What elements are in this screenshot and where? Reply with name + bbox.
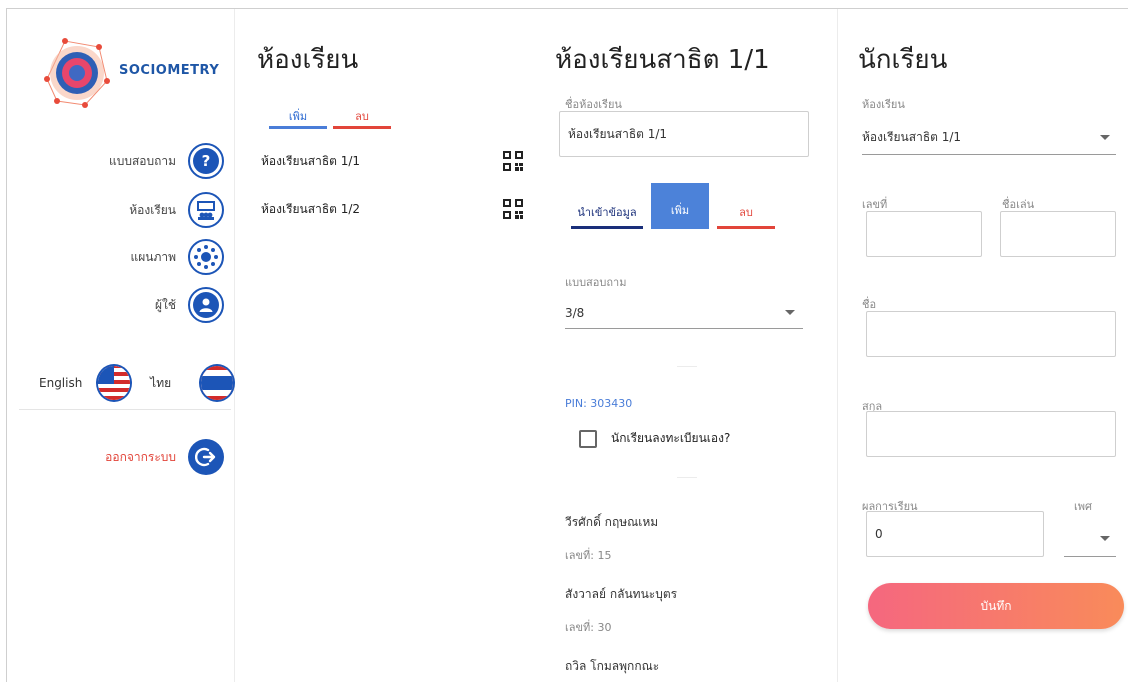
user-icon [188,287,224,323]
sidebar-item-classroom[interactable]: ห้องเรียน [129,192,224,228]
first-name-input[interactable] [866,311,1116,357]
logout-label: ออกจากระบบ [105,449,176,464]
app-frame: SOCIOMETRY แบบสอบถาม ? ห้องเรียน แผนภาพ … [6,8,1128,682]
grade-input[interactable]: 0 [866,511,1044,557]
question-icon: ? [188,143,224,179]
self-register-label: นักเรียนลงทะเบียนเอง? [611,431,731,445]
sidebar-item-label: แผนภาพ [130,249,176,264]
student-number: เลขที่: 30 [565,621,612,634]
student-number: เลขที่: 15 [565,549,612,562]
sidebar-item-user[interactable]: ผู้ใช้ [155,287,224,323]
sidebar-item-label: ห้องเรียน [129,202,176,217]
survey-label: แบบสอบถาม [565,276,627,289]
survey-select-value: 3/8 [565,305,585,320]
student-list-item[interactable]: วีรศักดิ์ กฤษณเหม เลขที่: 15 [565,513,658,564]
delete-student-button[interactable]: ลบ [717,189,775,229]
logout-button[interactable]: ออกจากระบบ [105,439,224,475]
logo-globe-icon [44,38,110,108]
sociometry-logo[interactable]: SOCIOMETRY [37,29,220,113]
student-list-item[interactable]: ถวิล โกมลพุกกณะ [565,657,659,676]
logo-text: SOCIOMETRY [119,63,220,78]
student-form-panel: นักเรียน ห้องเรียน ห้องเรียนสาธิต 1/1 เล… [837,9,1128,682]
classrooms-title: ห้องเรียน [257,45,359,75]
classroom-icon [188,192,224,228]
language-switcher: English ไทย [7,361,235,405]
student-classroom-value: ห้องเรียนสาธิต 1/1 [862,130,962,144]
chevron-down-icon [1100,135,1110,140]
sidebar: SOCIOMETRY แบบสอบถาม ? ห้องเรียน แผนภาพ … [7,9,235,682]
network-icon [188,239,224,275]
gender-select[interactable] [1064,521,1116,557]
qr-code-icon[interactable] [503,199,523,219]
room-detail-panel: ห้องเรียนสาธิต 1/1 ชื่อห้องเรียน ห้องเรี… [537,9,837,682]
divider [677,477,697,478]
sidebar-item-survey[interactable]: แบบสอบถาม ? [109,143,224,179]
gender-label: เพศ [1074,500,1092,513]
self-register-checkbox[interactable] [579,429,597,448]
student-name: วีรศักดิ์ กฤษณเหม [565,515,659,529]
chevron-down-icon [785,310,795,315]
classroom-name: ห้องเรียนสาธิต 1/1 [261,153,361,168]
room-detail-title: ห้องเรียนสาธิต 1/1 [555,45,770,75]
chevron-down-icon [1100,536,1110,541]
divider [677,366,697,367]
last-name-input[interactable] [866,411,1116,457]
nickname-input[interactable] [1000,211,1116,257]
student-name: ถวิล โกมลพุกกณะ [565,659,660,673]
classroom-name: ห้องเรียนสาธิต 1/2 [261,201,361,216]
student-classroom-select[interactable]: ห้องเรียนสาธิต 1/1 [862,121,1116,155]
student-list-item[interactable]: สังวาลย์ กลันทนะบุตร เลขที่: 30 [565,585,677,636]
sidebar-item-label: แบบสอบถาม [108,153,176,168]
logout-icon [188,439,224,475]
add-classroom-button[interactable]: เพิ่ม [269,103,327,129]
qr-code-icon[interactable] [503,151,523,171]
student-number-input[interactable] [866,211,982,257]
room-pin: PIN: 303430 [565,397,633,410]
survey-select[interactable]: 3/8 [565,297,803,329]
sidebar-item-label: ผู้ใช้ [154,297,176,312]
student-form-title: นักเรียน [858,45,948,75]
room-name-input[interactable]: ห้องเรียนสาธิต 1/1 [559,111,809,157]
delete-classroom-button[interactable]: ลบ [333,103,391,129]
sidebar-divider [19,409,231,410]
classroom-list-item[interactable]: ห้องเรียนสาธิต 1/1 [261,149,523,173]
import-data-button[interactable]: นำเข้าข้อมูล [571,189,643,229]
us-flag-icon[interactable] [96,364,133,402]
classroom-list-item[interactable]: ห้องเรียนสาธิต 1/2 [261,197,523,221]
sidebar-item-diagram[interactable]: แผนภาพ [130,239,224,275]
save-button[interactable]: บันทึก [868,583,1124,629]
classrooms-panel: ห้องเรียน เพิ่ม ลบ ห้องเรียนสาธิต 1/1 ห้… [237,9,537,682]
student-classroom-label: ห้องเรียน [862,98,905,111]
self-register-toggle[interactable]: นักเรียนลงทะเบียนเอง? [579,429,730,448]
thai-flag-icon[interactable] [199,364,235,402]
add-student-button[interactable]: เพิ่ม [651,183,709,229]
student-name: สังวาลย์ กลันทนะบุตร [565,587,678,601]
lang-english-label: English [39,376,83,390]
lang-thai-label: ไทย [150,375,172,390]
